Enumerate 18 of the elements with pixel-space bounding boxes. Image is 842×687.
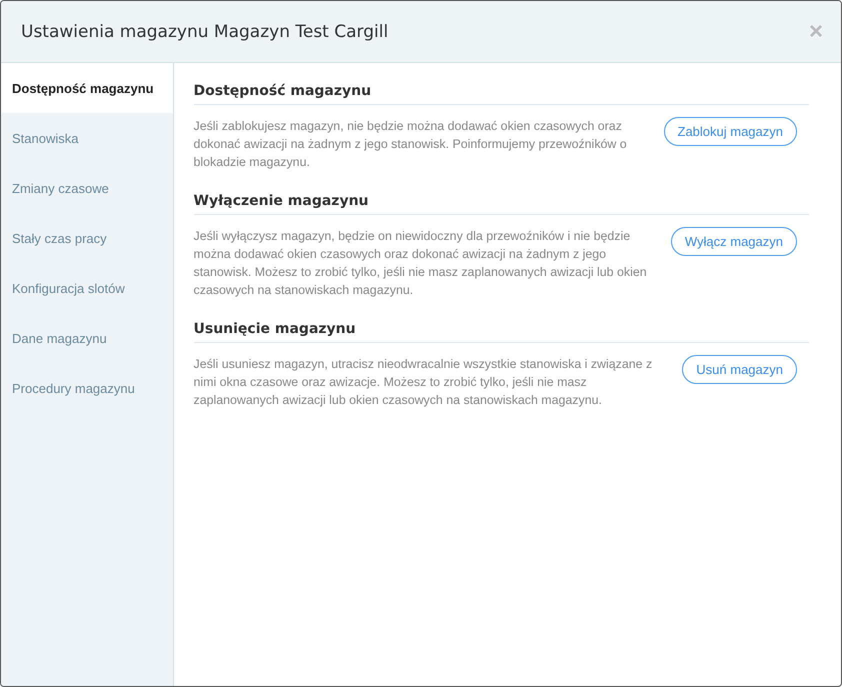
section-description: Jeśli wyłączysz magazyn, będzie on niewidoczny dla przewoźników i nie będzie można dodawać okien czasowych oraz dokonać awizacji na żadnym z jego stanowisk. Możesz to zrobić tylko, jeśli nie masz zaplanowanych awizacji lub okien czasowych na stanowiskach magazynu. — [194, 228, 648, 299]
sidebar-item[interactable]: Stały czas pracy — [1, 213, 172, 263]
action-button[interactable]: Zablokuj magazyn — [664, 117, 797, 146]
close-button[interactable]: × — [808, 20, 823, 44]
sidebar-item[interactable]: Dane magazynu — [1, 313, 172, 363]
sidebar-item[interactable]: Procedury magazynu — [1, 363, 172, 413]
section-description: Jeśli zablokujesz magazyn, nie będzie można dodawać okien czasowych oraz dokonać awizacji na żadnym z jego stanowisk. Poinformujemy przewoźników o blokadzie magazynu. — [194, 118, 628, 171]
sidebar-item[interactable]: Zmiany czasowe — [1, 163, 172, 213]
window-title: Ustawienia magazynu Magazyn Test Cargill — [21, 22, 388, 42]
section-heading: Wyłączenie magazynu — [194, 185, 809, 215]
action-button[interactable]: Wyłącz magazyn — [670, 227, 797, 256]
section-description: Jeśli usuniesz magazyn, utracisz nieodwracalnie wszystkie stanowiska i związane z nimi okna czasowe oraz awizacje. Możesz to zrobić tylko, jeśli nie masz zaplanowanych awizacji lub okien czasowych na stanowiskach magazynu. — [194, 356, 654, 409]
sidebar-item[interactable]: Konfiguracja slotów — [1, 263, 172, 313]
action-button[interactable]: Usuń magazyn — [682, 355, 797, 384]
sidebar-item[interactable]: Stanowiska — [1, 113, 172, 163]
section-heading: Dostępność magazynu — [194, 75, 809, 105]
section-heading: Usunięcie magazynu — [194, 313, 809, 343]
sidebar-item[interactable]: Dostępność magazynu — [1, 63, 172, 113]
